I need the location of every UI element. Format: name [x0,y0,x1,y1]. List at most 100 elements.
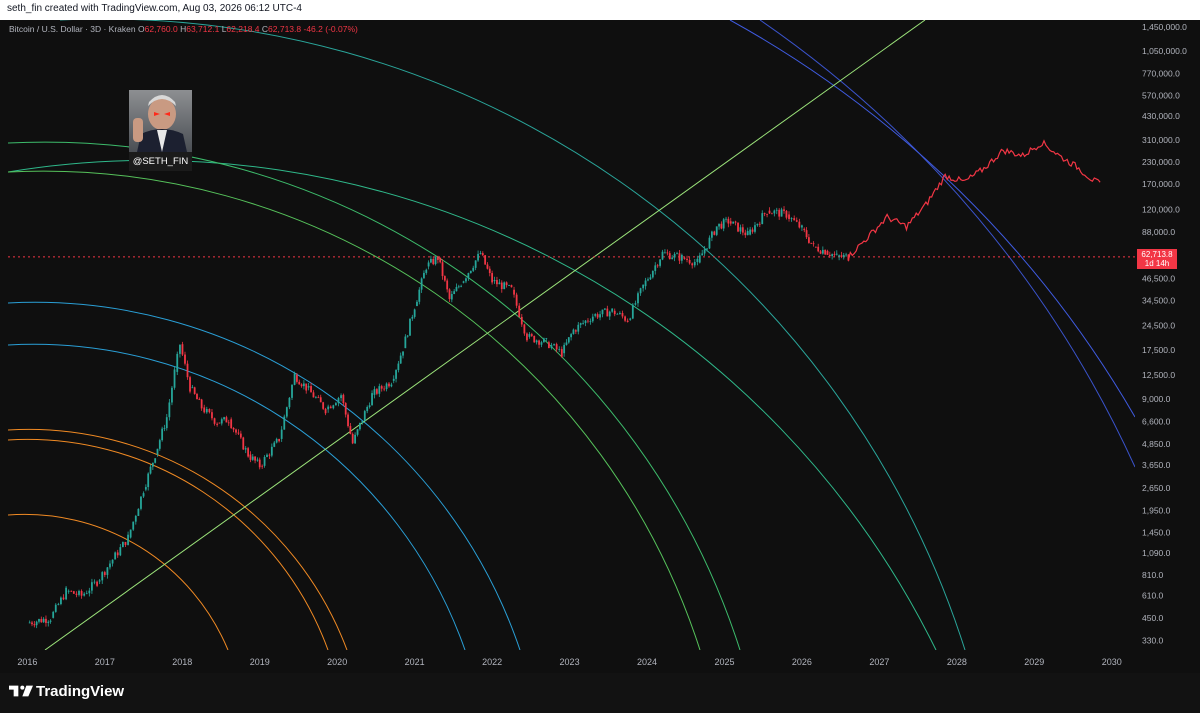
candle-body [275,438,278,443]
candle-body [725,218,727,220]
candle-body [785,210,788,218]
candle-body [91,582,93,591]
candle-body [156,448,159,455]
candle-body [604,308,606,310]
candle-body [409,318,411,336]
candle-body [111,559,114,564]
candle-body [191,387,194,389]
candle-body [165,417,168,429]
candle-body [545,338,548,340]
candle-body [780,209,783,217]
candle-body [307,386,310,388]
candle-body [446,280,449,290]
candle-body [198,399,201,401]
candle-body [42,618,45,623]
candle-body [427,262,430,267]
legend-open: 62,760.0 [144,24,178,34]
candle-body [291,384,293,398]
candle-body [223,417,226,420]
y-tick-label: 34,500.0 [1142,296,1175,306]
candle-body [567,337,570,343]
candle-body [701,253,704,256]
candle-body [845,254,847,256]
x-tick-label: 2028 [947,657,967,667]
candle-body [256,459,259,461]
candle-body [129,529,132,538]
candle-body [213,418,216,424]
candle-body [237,432,240,434]
candle-body [599,314,601,318]
fib-arc-teal-1 [60,20,966,650]
candle-body [106,567,109,575]
y-tick-label: 46,500.0 [1142,274,1175,284]
candle-body [278,438,280,442]
candle-body [119,547,122,556]
x-tick-label: 2019 [250,657,270,667]
candle-body [124,542,127,545]
candle-body [116,552,119,556]
candle-body [45,618,47,623]
candle-body [88,590,91,594]
candle-body [75,593,78,595]
candle-body [266,454,268,457]
candle-body [293,373,296,385]
candle-body [288,397,291,408]
candle-body [503,282,506,290]
candle-body [761,213,764,225]
candle-body [528,334,531,337]
candle-body [232,427,235,430]
candle-body [722,219,725,229]
x-tick-label: 2024 [637,657,657,667]
candle-body [200,399,203,409]
candle-body [540,342,543,345]
candle-body [756,223,759,226]
candle-body [795,220,798,222]
candle-body [649,277,652,280]
candle-body [790,218,793,219]
candle-body [479,253,482,254]
candle-body [587,320,589,322]
candle-body [340,395,342,399]
candle-body [654,265,657,271]
candle-body [283,416,286,430]
candle-body [239,433,242,438]
candle-body [783,209,785,211]
candle-body [788,214,790,219]
candle-body [137,508,140,516]
candle-body [637,293,639,304]
candle-body [72,591,75,594]
candle-body [766,213,768,215]
fib-arc-orange-3 [8,513,229,650]
candle-body [368,405,371,407]
candle-body [337,398,340,404]
candle-body [171,387,173,403]
candle-body [805,230,808,238]
candle-body [163,428,166,429]
candle-body [101,572,104,581]
candle-body [553,344,555,346]
candle-body [52,611,55,618]
badge-countdown: 1d 14h [1144,259,1170,268]
x-tick-label: 2027 [869,657,889,667]
candle-body [817,246,820,252]
candle-body [548,342,550,348]
candle-body [67,590,70,592]
candle-body [305,383,308,391]
candle-body [835,253,838,255]
candle-body [40,619,43,623]
candle-body [349,426,352,434]
y-tick-label: 1,450,000.0 [1142,22,1187,32]
candle-body [173,369,176,388]
y-tick-label: 1,050,000.0 [1142,46,1187,56]
candle-body [347,414,349,427]
candle-body [744,232,747,236]
candle-body [624,316,626,321]
candle-body [434,256,437,265]
candle-body [634,303,637,305]
y-tick-label: 450.0 [1142,613,1164,623]
candle-body [54,604,57,612]
candle-body [361,420,364,423]
candle-body [763,213,766,214]
candle-body [520,316,523,325]
fib-arc-green-1 [8,141,741,650]
